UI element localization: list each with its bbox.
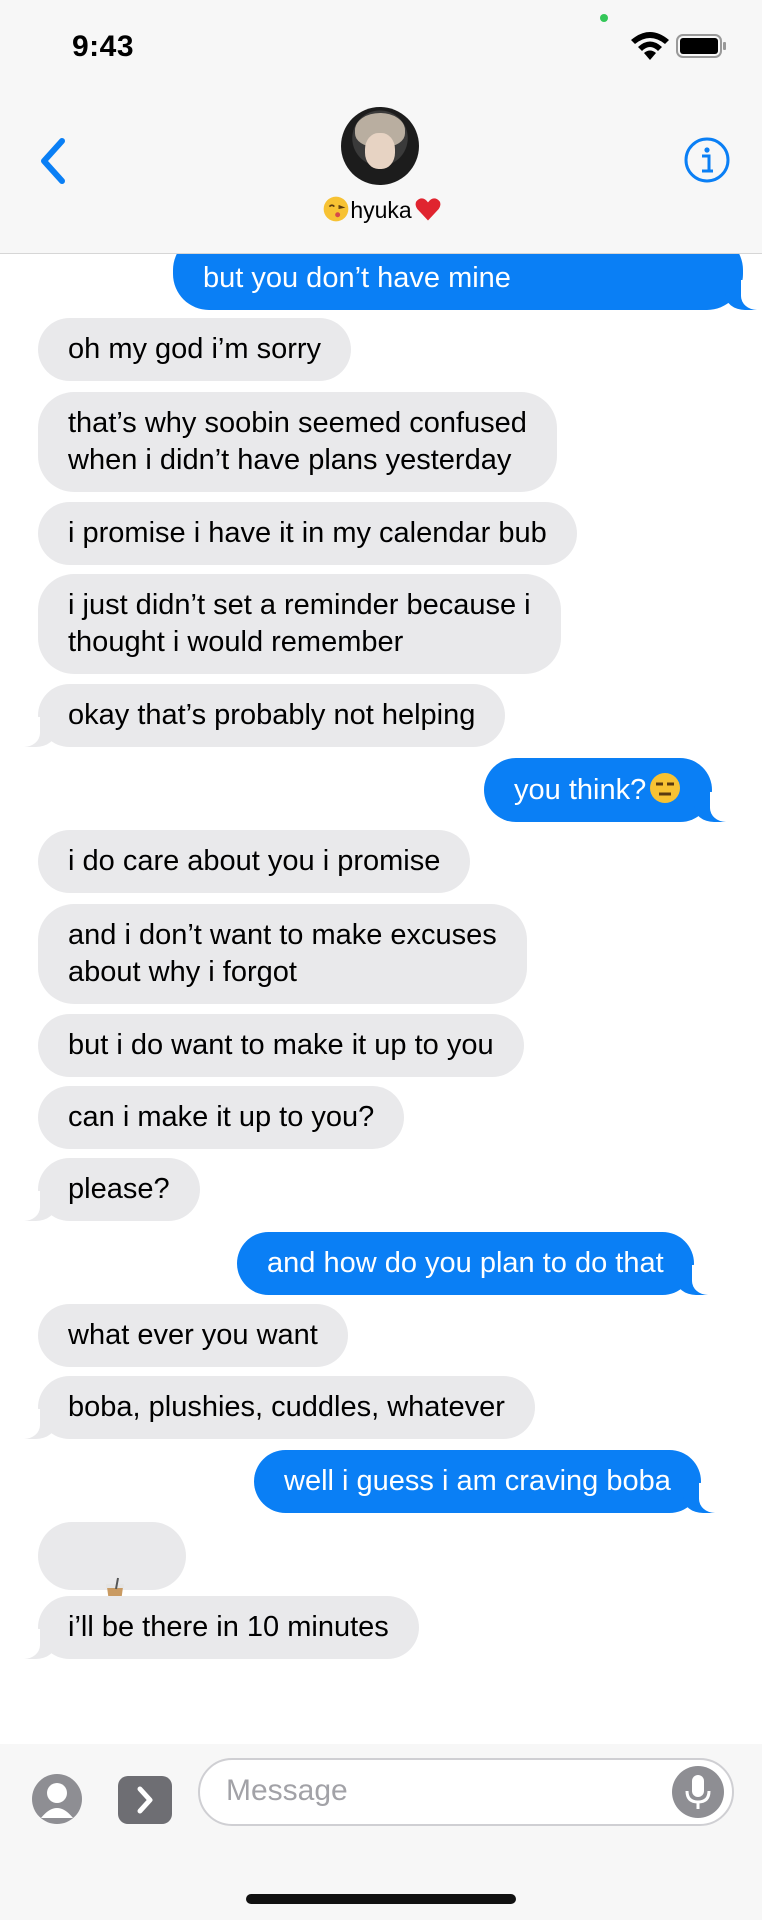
kissing-face-icon bbox=[323, 196, 349, 222]
contact-avatar[interactable] bbox=[341, 107, 419, 185]
message-placeholder: Message bbox=[226, 1774, 348, 1807]
message-bubble-outgoing[interactable]: well i guess i am craving boba bbox=[254, 1450, 725, 1513]
message-bubble-incoming[interactable] bbox=[38, 1522, 186, 1647]
message-bubble-incoming[interactable]: that’s why soobin seemed confused when i… bbox=[38, 392, 557, 492]
info-icon[interactable] bbox=[684, 137, 730, 183]
back-chevron-icon[interactable] bbox=[34, 135, 74, 187]
clock: 9:43 bbox=[72, 30, 135, 63]
message-list[interactable]: but you don’t have mine oh my god i’m so… bbox=[0, 254, 762, 1744]
home-indicator bbox=[246, 1894, 516, 1904]
chevron-right-icon bbox=[137, 1786, 153, 1814]
message-bubble-incoming[interactable]: i promise i have it in my calendar bub bbox=[38, 502, 577, 565]
battery-icon bbox=[676, 34, 726, 58]
wifi-icon bbox=[631, 32, 669, 60]
message-bubble-outgoing[interactable]: and how do you plan to do that bbox=[237, 1232, 718, 1295]
message-bubble-incoming[interactable]: what ever you want bbox=[38, 1304, 348, 1367]
conversation-header: hyuka bbox=[0, 95, 762, 254]
message-bubble-incoming[interactable]: but i do want to make it up to you bbox=[38, 1014, 524, 1077]
microphone-icon bbox=[685, 1775, 711, 1809]
status-bar: 9:43 bbox=[0, 0, 762, 95]
apps-button[interactable] bbox=[118, 1776, 172, 1824]
message-input[interactable]: Message bbox=[198, 1758, 734, 1826]
camera-indicator-icon bbox=[600, 14, 608, 22]
message-bubble-incoming[interactable]: okay that’s probably not helping bbox=[13, 684, 506, 747]
message-bubble-incoming[interactable]: and i don’t want to make excuses about w… bbox=[38, 904, 527, 1004]
person-icon bbox=[41, 1783, 73, 1818]
message-bubble-incoming[interactable]: boba, plushies, cuddles, whatever bbox=[14, 1376, 535, 1439]
message-bubble-outgoing[interactable]: but you don’t have mine bbox=[173, 254, 762, 310]
dictation-button[interactable] bbox=[672, 1766, 724, 1818]
expressionless-face-icon bbox=[650, 773, 681, 803]
contact-name: hyuka bbox=[350, 197, 412, 223]
red-heart-icon bbox=[415, 198, 441, 221]
message-bubble-incoming[interactable]: can i make it up to you? bbox=[38, 1086, 405, 1149]
message-bubble-incoming[interactable]: please? bbox=[14, 1158, 200, 1221]
message-bubble-incoming[interactable]: i’ll be there in 10 minutes bbox=[14, 1596, 419, 1659]
message-bubble-incoming[interactable]: i just didn’t set a reminder because i t… bbox=[38, 574, 561, 674]
message-bubble-incoming[interactable]: i do care about you i promise bbox=[38, 830, 471, 893]
contact-name-row[interactable]: hyuka bbox=[0, 195, 762, 224]
message-text: you think? bbox=[514, 774, 647, 806]
message-bubble-outgoing[interactable]: you think? bbox=[484, 758, 737, 822]
memoji-button[interactable] bbox=[32, 1774, 82, 1824]
message-bubble-incoming[interactable]: oh my god i’m sorry bbox=[38, 318, 352, 381]
message-input-bar: Message bbox=[0, 1744, 762, 1920]
